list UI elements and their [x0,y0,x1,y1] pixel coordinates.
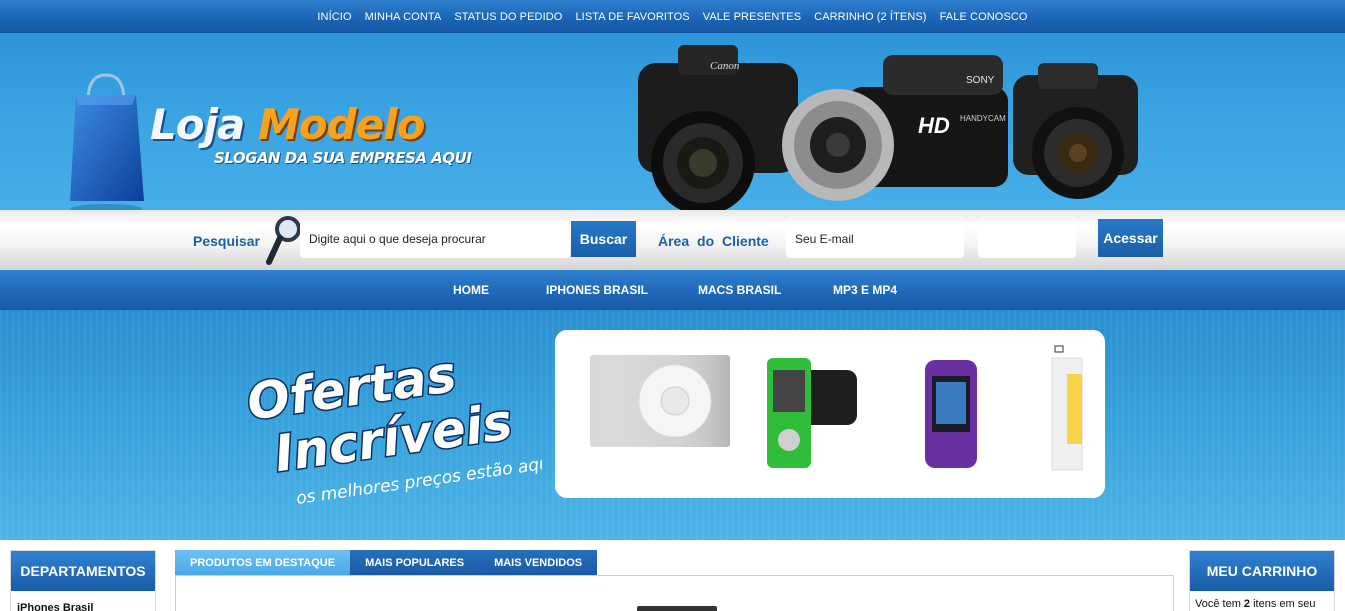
product-carousel[interactable] [555,330,1105,498]
product-thumbnail[interactable] [637,606,717,611]
email-field[interactable]: Seu E-mail [786,220,964,258]
carousel-products [590,345,1083,471]
ipod-shuffle-product[interactable] [590,355,730,447]
tab-mais-populares[interactable]: MAIS POPULARES [350,550,480,575]
canon-camera-image: Canon [638,45,798,213]
departments-title: DEPARTAMENTOS [11,551,155,591]
armband-product[interactable] [767,358,857,468]
search-button[interactable]: Buscar [571,221,636,257]
main-nav: HOME IPHONES BRASIL MACS BRASIL MP3 E MP… [0,270,1345,310]
offers-banner-title: Ofertas Incríveis os melhores preços est… [242,343,542,509]
canon-brand-text: Canon [710,60,740,72]
top-nav: INÍCIO MINHA CONTA STATUS DO PEDIDO LIST… [0,0,1345,33]
tab-produtos-destaque[interactable]: PRODUTOS EM DESTAQUE [175,550,351,575]
magnifier-icon [266,216,301,265]
tab-mais-vendidos[interactable]: MAIS VENDIDOS [479,550,598,575]
top-nav-favoritos[interactable]: LISTA DE FAVORITOS [569,11,696,23]
password-field[interactable] [978,220,1076,258]
top-nav-carrinho[interactable]: CARRINHO (2 ÍTENS) [808,11,933,23]
logo-slogan: SLOGAN DA SUA EMPRESA AQUI [214,149,472,167]
iphone-case-product[interactable] [925,360,977,468]
logo[interactable]: Loja Modelo [150,100,425,149]
login-button[interactable]: Acessar [1098,219,1163,257]
top-nav-fale-conosco[interactable]: FALE CONOSCO [933,11,1034,23]
cart-summary-suffix: itens em seu [1250,598,1316,610]
sony-brand-text: SONY [966,75,995,86]
hd-badge-text: HD [918,113,950,138]
top-nav-status-pedido[interactable]: STATUS DO PEDIDO [448,11,569,23]
sony-handycam-image: SONY HD HANDYCAM [782,55,1008,201]
cart-title: MEU CARRINHO [1190,551,1334,591]
search-label: Pesquisar [193,233,260,249]
client-area-label: Área do Cliente [658,233,769,249]
department-item-iphones-brasil[interactable]: iPhones Brasil [17,602,93,611]
nav-iphones-brasil[interactable]: IPHONES BRASIL [546,283,648,297]
header: Loja Modelo SLOGAN DA SUA EMPRESA AQUI C… [0,33,1345,214]
shopping-bag-icon [70,73,144,214]
product-tabs: PRODUTOS EM DESTAQUE MAIS POPULARES MAIS… [175,550,598,575]
cart-summary: Você tem 2 itens em seu [1195,598,1315,610]
product-box[interactable] [1051,345,1083,471]
offers-banner: Ofertas Incríveis os melhores preços est… [0,310,1345,540]
top-nav-inicio[interactable]: INÍCIO [311,11,358,23]
logo-word-1: Loja [150,100,245,149]
cameras-header-image: Canon SONY HD HANDYCAM [638,45,1138,213]
cart-sidebar: MEU CARRINHO Você tem 2 itens em seu [1189,550,1335,611]
search-input[interactable]: Digite aqui o que deseja procurar [300,220,570,258]
konica-camera-image [1013,63,1138,199]
handycam-text: HANDYCAM [960,114,1006,123]
cart-summary-prefix: Você tem [1195,598,1244,610]
top-nav-minha-conta[interactable]: MINHA CONTA [358,11,448,23]
nav-home[interactable]: HOME [453,283,489,297]
top-nav-vale-presentes[interactable]: VALE PRESENTES [696,11,807,23]
logo-word-2: Modelo [257,100,425,149]
nav-macs-brasil[interactable]: MACS BRASIL [698,283,781,297]
departments-sidebar: DEPARTAMENTOS iPhones Brasil [10,550,156,611]
nav-mp3-mp4[interactable]: MP3 E MP4 [833,283,897,297]
featured-products-panel [175,575,1174,611]
